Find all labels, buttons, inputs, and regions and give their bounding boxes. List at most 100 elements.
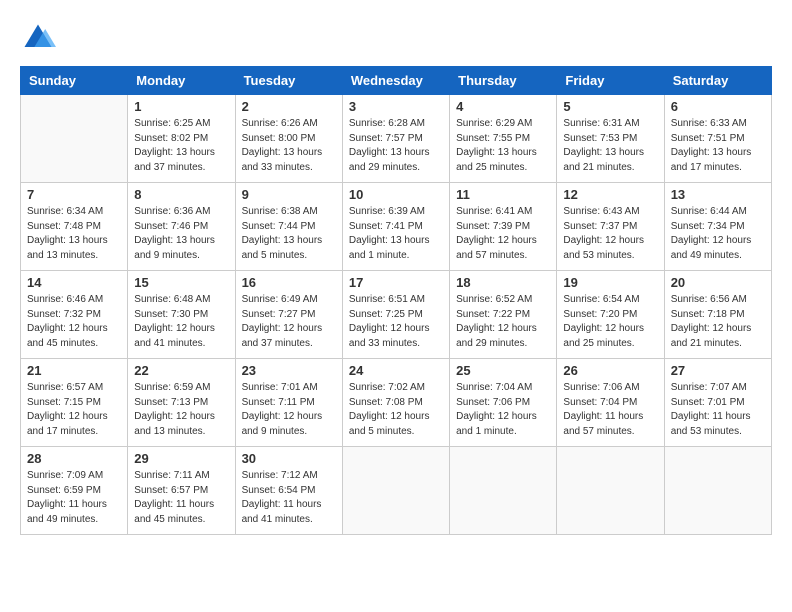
day-info: Sunrise: 6:31 AMSunset: 7:53 PMDaylight:… <box>563 117 657 175</box>
calendar-cell: 15 Sunrise: 6:48 AMSunset: 7:30 PMDayligh… <box>128 271 235 359</box>
day-number: 27 <box>671 363 765 378</box>
day-info: Sunrise: 6:48 AMSunset: 7:30 PMDaylight:… <box>134 293 228 351</box>
day-info: Sunrise: 6:59 AMSunset: 7:13 PMDaylight:… <box>134 381 228 439</box>
calendar-cell: 29 Sunrise: 7:11 AMSunset: 6:57 PMDayligh… <box>128 447 235 535</box>
calendar-cell: 7 Sunrise: 6:34 AMSunset: 7:48 PMDaylight… <box>21 183 128 271</box>
calendar-cell: 19 Sunrise: 6:54 AMSunset: 7:20 PMDayligh… <box>557 271 664 359</box>
day-info: Sunrise: 6:46 AMSunset: 7:32 PMDaylight:… <box>27 293 121 351</box>
day-number: 16 <box>242 275 336 290</box>
day-info: Sunrise: 6:29 AMSunset: 7:55 PMDaylight:… <box>456 117 550 175</box>
day-info: Sunrise: 7:07 AMSunset: 7:01 PMDaylight:… <box>671 381 765 439</box>
calendar-cell: 26 Sunrise: 7:06 AMSunset: 7:04 PMDayligh… <box>557 359 664 447</box>
day-number: 20 <box>671 275 765 290</box>
day-number: 29 <box>134 451 228 466</box>
weekday-header-sunday: Sunday <box>21 67 128 95</box>
calendar-cell: 18 Sunrise: 6:52 AMSunset: 7:22 PMDayligh… <box>450 271 557 359</box>
calendar-cell: 8 Sunrise: 6:36 AMSunset: 7:46 PMDaylight… <box>128 183 235 271</box>
day-info: Sunrise: 6:51 AMSunset: 7:25 PMDaylight:… <box>349 293 443 351</box>
weekday-header-tuesday: Tuesday <box>235 67 342 95</box>
day-number: 15 <box>134 275 228 290</box>
day-info: Sunrise: 6:43 AMSunset: 7:37 PMDaylight:… <box>563 205 657 263</box>
calendar-cell: 25 Sunrise: 7:04 AMSunset: 7:06 PMDayligh… <box>450 359 557 447</box>
day-info: Sunrise: 6:44 AMSunset: 7:34 PMDaylight:… <box>671 205 765 263</box>
day-info: Sunrise: 6:54 AMSunset: 7:20 PMDaylight:… <box>563 293 657 351</box>
day-number: 5 <box>563 99 657 114</box>
day-info: Sunrise: 7:09 AMSunset: 6:59 PMDaylight:… <box>27 469 121 527</box>
calendar-cell: 24Sunrise: 7:02 AMSunset: 7:08 PMDayligh… <box>342 359 449 447</box>
calendar-cell: 1 Sunrise: 6:25 AMSunset: 8:02 PMDaylight… <box>128 95 235 183</box>
day-number: 7 <box>27 187 121 202</box>
calendar-cell: 21Sunrise: 6:57 AMSunset: 7:15 PMDayligh… <box>21 359 128 447</box>
calendar-cell: 16 Sunrise: 6:49 AMSunset: 7:27 PMDayligh… <box>235 271 342 359</box>
calendar-cell: 11Sunrise: 6:41 AMSunset: 7:39 PMDayligh… <box>450 183 557 271</box>
calendar-cell: 30 Sunrise: 7:12 AMSunset: 6:54 PMDayligh… <box>235 447 342 535</box>
day-number: 18 <box>456 275 550 290</box>
calendar: SundayMondayTuesdayWednesdayThursdayFrid… <box>20 66 772 535</box>
weekday-header-monday: Monday <box>128 67 235 95</box>
day-number: 4 <box>456 99 550 114</box>
day-number: 3 <box>349 99 443 114</box>
day-number: 28 <box>27 451 121 466</box>
day-number: 30 <box>242 451 336 466</box>
day-info: Sunrise: 6:56 AMSunset: 7:18 PMDaylight:… <box>671 293 765 351</box>
calendar-cell: 3Sunrise: 6:28 AMSunset: 7:57 PMDaylight… <box>342 95 449 183</box>
calendar-cell: 22 Sunrise: 6:59 AMSunset: 7:13 PMDayligh… <box>128 359 235 447</box>
calendar-cell <box>450 447 557 535</box>
calendar-cell: 6Sunrise: 6:33 AMSunset: 7:51 PMDaylight… <box>664 95 771 183</box>
week-row-3: 14 Sunrise: 6:46 AMSunset: 7:32 PMDayligh… <box>21 271 772 359</box>
day-info: Sunrise: 6:52 AMSunset: 7:22 PMDaylight:… <box>456 293 550 351</box>
day-number: 19 <box>563 275 657 290</box>
day-info: Sunrise: 7:04 AMSunset: 7:06 PMDaylight:… <box>456 381 550 439</box>
day-info: Sunrise: 6:39 AMSunset: 7:41 PMDaylight:… <box>349 205 443 263</box>
weekday-header-saturday: Saturday <box>664 67 771 95</box>
calendar-cell: 27 Sunrise: 7:07 AMSunset: 7:01 PMDayligh… <box>664 359 771 447</box>
calendar-cell: 17 Sunrise: 6:51 AMSunset: 7:25 PMDayligh… <box>342 271 449 359</box>
calendar-cell <box>342 447 449 535</box>
day-info: Sunrise: 6:38 AMSunset: 7:44 PMDaylight:… <box>242 205 336 263</box>
day-info: Sunrise: 7:06 AMSunset: 7:04 PMDaylight:… <box>563 381 657 439</box>
weekday-header-wednesday: Wednesday <box>342 67 449 95</box>
day-number: 22 <box>134 363 228 378</box>
day-number: 26 <box>563 363 657 378</box>
weekday-header-row: SundayMondayTuesdayWednesdayThursdayFrid… <box>21 67 772 95</box>
day-info: Sunrise: 6:34 AMSunset: 7:48 PMDaylight:… <box>27 205 121 263</box>
day-number: 17 <box>349 275 443 290</box>
day-info: Sunrise: 6:49 AMSunset: 7:27 PMDaylight:… <box>242 293 336 351</box>
calendar-cell <box>557 447 664 535</box>
calendar-cell <box>21 95 128 183</box>
day-info: Sunrise: 6:26 AMSunset: 8:00 PMDaylight:… <box>242 117 336 175</box>
day-number: 13 <box>671 187 765 202</box>
day-number: 10 <box>349 187 443 202</box>
week-row-2: 7 Sunrise: 6:34 AMSunset: 7:48 PMDaylight… <box>21 183 772 271</box>
day-number: 23 <box>242 363 336 378</box>
day-number: 8 <box>134 187 228 202</box>
weekday-header-friday: Friday <box>557 67 664 95</box>
calendar-cell: 9 Sunrise: 6:38 AMSunset: 7:44 PMDaylight… <box>235 183 342 271</box>
day-number: 25 <box>456 363 550 378</box>
calendar-cell: 23 Sunrise: 7:01 AMSunset: 7:11 PMDayligh… <box>235 359 342 447</box>
day-info: Sunrise: 6:25 AMSunset: 8:02 PMDaylight:… <box>134 117 228 175</box>
weekday-header-thursday: Thursday <box>450 67 557 95</box>
calendar-cell: 14 Sunrise: 6:46 AMSunset: 7:32 PMDayligh… <box>21 271 128 359</box>
day-number: 12 <box>563 187 657 202</box>
day-info: Sunrise: 7:02 AMSunset: 7:08 PMDaylight:… <box>349 381 443 439</box>
day-info: Sunrise: 6:33 AMSunset: 7:51 PMDaylight:… <box>671 117 765 175</box>
day-info: Sunrise: 7:12 AMSunset: 6:54 PMDaylight:… <box>242 469 336 527</box>
day-info: Sunrise: 7:01 AMSunset: 7:11 PMDaylight:… <box>242 381 336 439</box>
calendar-cell: 12 Sunrise: 6:43 AMSunset: 7:37 PMDayligh… <box>557 183 664 271</box>
day-number: 11 <box>456 187 550 202</box>
calendar-cell <box>664 447 771 535</box>
day-number: 9 <box>242 187 336 202</box>
calendar-cell: 28 Sunrise: 7:09 AMSunset: 6:59 PMDayligh… <box>21 447 128 535</box>
day-number: 2 <box>242 99 336 114</box>
day-number: 1 <box>134 99 228 114</box>
day-number: 14 <box>27 275 121 290</box>
day-info: Sunrise: 7:11 AMSunset: 6:57 PMDaylight:… <box>134 469 228 527</box>
logo <box>20 20 62 56</box>
week-row-4: 21Sunrise: 6:57 AMSunset: 7:15 PMDayligh… <box>21 359 772 447</box>
week-row-5: 28 Sunrise: 7:09 AMSunset: 6:59 PMDayligh… <box>21 447 772 535</box>
day-number: 21 <box>27 363 121 378</box>
calendar-cell: 2 Sunrise: 6:26 AMSunset: 8:00 PMDaylight… <box>235 95 342 183</box>
calendar-cell: 13 Sunrise: 6:44 AMSunset: 7:34 PMDayligh… <box>664 183 771 271</box>
day-info: Sunrise: 6:36 AMSunset: 7:46 PMDaylight:… <box>134 205 228 263</box>
